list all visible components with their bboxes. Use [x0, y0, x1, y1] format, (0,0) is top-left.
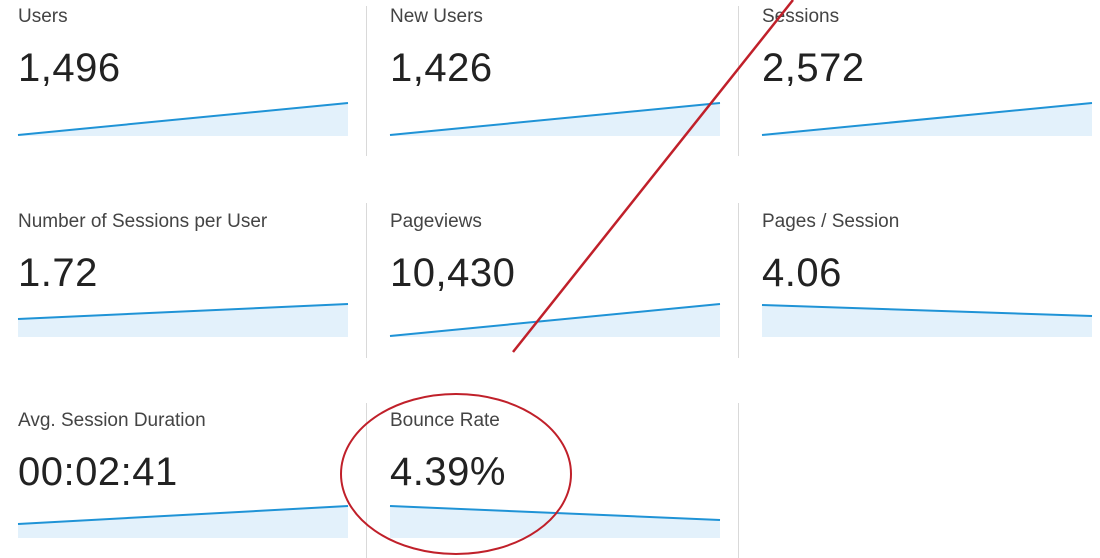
metric-pageviews[interactable]: Pageviews 10,430	[389, 205, 721, 355]
metric-value: 4.06	[762, 251, 842, 295]
metric-label: Avg. Session Duration	[18, 410, 206, 431]
metric-value: 1,426	[390, 46, 493, 90]
pages-per-session-sparkline	[761, 304, 1093, 337]
metric-label: Pages / Session	[762, 211, 900, 232]
metric-label: Number of Sessions per User	[18, 211, 268, 232]
metric-label: Bounce Rate	[390, 410, 500, 431]
metric-new-users[interactable]: New Users 1,426	[389, 0, 721, 150]
metric-value: 1.72	[18, 251, 98, 295]
metric-label: New Users	[390, 6, 483, 27]
sessions-sparkline	[761, 102, 1093, 136]
metric-sessions-per-user[interactable]: Number of Sessions per User 1.72	[17, 205, 349, 355]
metric-label: Pageviews	[390, 211, 482, 232]
sparkline-area	[18, 304, 348, 337]
sessions-per-user-sparkline	[17, 303, 349, 337]
column-divider	[366, 203, 367, 358]
metric-users[interactable]: Users 1,496	[17, 0, 349, 150]
column-divider	[738, 203, 739, 358]
column-divider	[738, 403, 739, 558]
avg-session-duration-sparkline	[17, 505, 349, 538]
bounce-rate-sparkline	[389, 505, 721, 538]
users-sparkline	[17, 102, 349, 136]
metric-value: 4.39%	[390, 450, 506, 494]
metric-value: 2,572	[762, 46, 865, 90]
metric-label: Users	[18, 6, 68, 27]
column-divider	[366, 403, 367, 558]
new-users-sparkline	[389, 102, 721, 136]
column-divider	[738, 6, 739, 156]
sparkline-area	[390, 506, 720, 538]
metric-sessions[interactable]: Sessions 2,572	[761, 0, 1093, 150]
metric-value: 1,496	[18, 46, 121, 90]
metric-label: Sessions	[762, 6, 840, 27]
metrics-overview: Users 1,496 New Users 1,426 Sessions 2,5…	[0, 0, 1100, 558]
metric-avg-session-duration[interactable]: Avg. Session Duration 00:02:41	[17, 404, 349, 554]
pageviews-sparkline	[389, 303, 721, 337]
metric-pages-per-session[interactable]: Pages / Session 4.06	[761, 205, 1093, 355]
metric-bounce-rate[interactable]: Bounce Rate 4.39%	[389, 404, 721, 554]
metric-value: 10,430	[390, 251, 516, 295]
metric-value: 00:02:41	[18, 450, 178, 494]
column-divider	[366, 6, 367, 156]
